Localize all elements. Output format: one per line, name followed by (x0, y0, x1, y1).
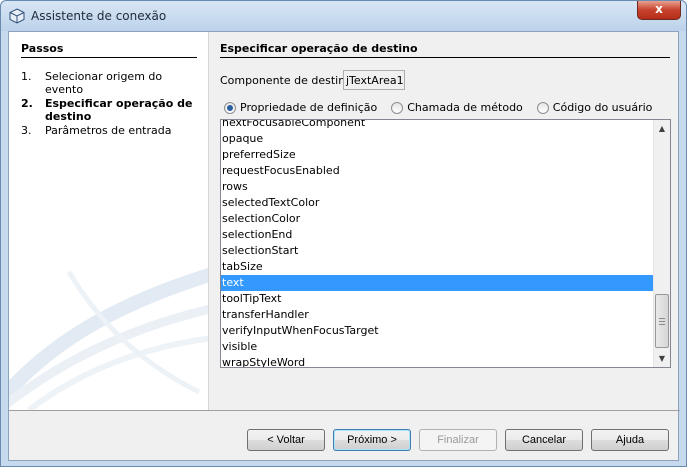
list-item[interactable]: rows (221, 179, 653, 195)
list-item[interactable]: nextFocusableComponent (221, 120, 653, 131)
title-bar[interactable]: Assistente de conexão x (1, 1, 686, 31)
step-label: Selecionar origem do evento (45, 70, 163, 96)
dialog-body: Passos 1. Selecionar origem do evento 2. Es… (8, 31, 680, 461)
thumb-grip (659, 321, 665, 322)
finish-button[interactable]: Finalizar (419, 429, 497, 451)
list-item[interactable]: text (221, 275, 653, 291)
component-field: jTextArea1 (343, 70, 405, 90)
list-item[interactable]: toolTipText (221, 291, 653, 307)
property-list[interactable]: nextFocusableComponent opaque preferredSiz… (220, 119, 671, 368)
step-number: 1. (21, 70, 32, 83)
radio-button-icon[interactable] (224, 101, 236, 114)
step-number: 3. (21, 124, 32, 137)
main-title: Especificar operação de destino (220, 42, 670, 58)
next-button[interactable]: Próximo > (333, 429, 411, 451)
operation-type-radios: Propriedade de definição Chamada de métod… (224, 101, 666, 114)
step-item: 2. Especificar operação de destino (21, 97, 201, 123)
back-button[interactable]: < Voltar (247, 429, 325, 451)
radio-label: Chamada de método (407, 101, 523, 114)
radio-button-icon[interactable] (391, 101, 404, 114)
close-icon: x (655, 2, 663, 16)
step-label: Parâmetros de entrada (45, 124, 172, 137)
list-item[interactable]: selectedTextColor (221, 195, 653, 211)
list-item[interactable]: selectionStart (221, 243, 653, 259)
radio-label: Propriedade de definição (240, 101, 378, 114)
decorative-swoosh (9, 268, 208, 410)
list-item[interactable]: selectionEnd (221, 227, 653, 243)
component-label: Componente de destino: (220, 74, 356, 87)
radio-label: Código do usuário (552, 101, 653, 114)
scrollbar-thumb[interactable] (655, 294, 669, 348)
steps-list: 1. Selecionar origem do evento 2. Especific… (21, 70, 201, 138)
steps-panel: Passos 1. Selecionar origem do evento 2. Es… (9, 32, 209, 410)
list-item[interactable]: selectionColor (221, 211, 653, 227)
footer-divider (9, 410, 680, 411)
cancel-button[interactable]: Cancelar (505, 429, 583, 451)
step-item: 1. Selecionar origem do evento (21, 70, 201, 96)
vertical-scrollbar[interactable]: ▲ ▼ (653, 120, 670, 367)
property-items: nextFocusableComponent opaque preferredSiz… (221, 120, 653, 367)
list-item[interactable]: verifyInputWhenFocusTarget (221, 323, 653, 339)
app-cube-icon (9, 8, 25, 24)
window-title: Assistente de conexão (31, 9, 167, 23)
step-number: 2. (21, 97, 33, 110)
radio-option[interactable]: Código do usuário (536, 101, 653, 114)
help-button[interactable]: Ajuda (591, 429, 669, 451)
step-item: 3. Parâmetros de entrada (21, 124, 201, 137)
list-item[interactable]: preferredSize (221, 147, 653, 163)
radio-option[interactable]: Propriedade de definição (224, 101, 377, 114)
list-item[interactable]: wrapStyleWord (221, 355, 653, 367)
radio-option[interactable]: Chamada de método (391, 101, 523, 114)
thumb-grip (659, 318, 665, 319)
list-item[interactable]: tabSize (221, 259, 653, 275)
list-item[interactable]: requestFocusEnabled (221, 163, 653, 179)
scroll-up-arrow-icon[interactable]: ▲ (654, 120, 670, 137)
list-item[interactable]: transferHandler (221, 307, 653, 323)
radio-button-icon[interactable] (536, 101, 549, 114)
step-label: Especificar operação de destino (45, 97, 193, 123)
close-button[interactable]: x (637, 1, 681, 20)
steps-title: Passos (21, 42, 197, 58)
scroll-down-arrow-icon[interactable]: ▼ (654, 350, 670, 367)
list-item[interactable]: opaque (221, 131, 653, 147)
main-panel: Especificar operação de destino Componen… (210, 32, 680, 410)
thumb-grip (659, 324, 665, 325)
list-item[interactable]: visible (221, 339, 653, 355)
dialog-window: Assistente de conexão x Passos 1. Selecio… (0, 0, 687, 467)
